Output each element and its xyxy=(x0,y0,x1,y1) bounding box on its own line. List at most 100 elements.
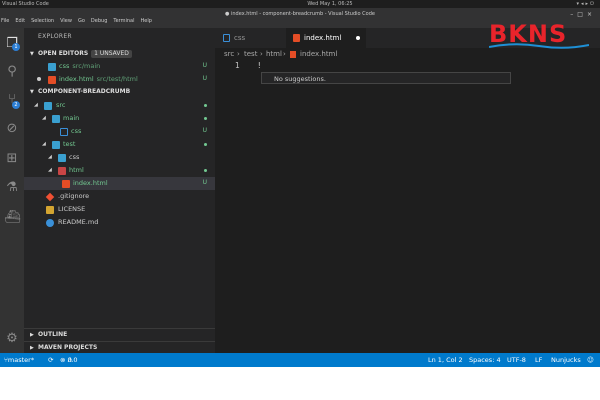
notification-bell-icon[interactable]: ☺ xyxy=(587,353,594,367)
sync-icon[interactable]: ⟳ xyxy=(48,353,53,367)
folder-icon xyxy=(52,114,60,123)
code-line[interactable]: ! xyxy=(257,61,262,70)
chevron-right-icon: › xyxy=(237,50,240,58)
open-editor-name: index.html xyxy=(59,75,94,83)
tree-item-label: main xyxy=(63,114,80,122)
explorer-sidebar: EXPLORER ▼ OPEN EDITORS 1 UNSAVED css src/… xyxy=(24,28,215,353)
menu-edit[interactable]: Edit xyxy=(14,18,26,24)
tree-item-label: css xyxy=(71,127,82,135)
folder-icon xyxy=(44,101,52,110)
tab-label: index.html xyxy=(304,34,342,42)
tree-item-label: index.html xyxy=(73,179,108,187)
git-status-badge: U xyxy=(202,62,207,69)
menu-selection[interactable]: Selection xyxy=(30,18,55,24)
tree-item-main[interactable]: ◢ main xyxy=(24,112,215,125)
unsaved-dot-icon[interactable] xyxy=(356,36,360,40)
tree-item-index-html[interactable]: index.html U xyxy=(24,177,215,190)
indentation-status[interactable]: Spaces: 4 xyxy=(469,353,501,367)
open-editor-item[interactable]: index.html src/test/html U xyxy=(24,73,215,86)
encoding-status[interactable]: UTF-8 xyxy=(507,353,526,367)
menu-help[interactable]: Help xyxy=(140,18,153,24)
tree-item-src[interactable]: ◢ src xyxy=(24,99,215,112)
window-controls[interactable]: –□× xyxy=(570,11,596,18)
project-label: COMPONENT-BREADCRUMB xyxy=(38,88,131,95)
branch-name: master* xyxy=(7,356,35,364)
tree-item-html[interactable]: ◢ html xyxy=(24,164,215,177)
breadcrumb-item[interactable]: test xyxy=(244,48,257,61)
warning-count: 0 xyxy=(73,356,78,364)
system-app-name[interactable]: Visual Studio Code xyxy=(2,0,49,8)
chevron-down-icon: ◢ xyxy=(48,154,52,160)
branch-status[interactable]: ⑂ master* xyxy=(4,353,34,367)
git-status-badge: U xyxy=(202,179,207,186)
menu-debug[interactable]: Debug xyxy=(90,18,108,24)
status-bar: ⑂ master* ⟳ ⊗ 0 ⚠ 0 Ln 1, Col 2 Spaces: … xyxy=(0,353,600,367)
system-tray-icons[interactable]: ▾◂▸⏻ xyxy=(577,0,597,8)
chevron-right-icon: › xyxy=(283,50,286,58)
chevron-down-icon: ◢ xyxy=(42,141,46,147)
chevron-down-icon: ▼ xyxy=(30,89,34,95)
tab-css[interactable]: css xyxy=(215,28,285,48)
docker-icon[interactable]: ⛴ xyxy=(4,210,21,226)
source-control-badge: 2 xyxy=(12,101,20,109)
menu-file[interactable]: File xyxy=(0,18,10,24)
menu-view[interactable]: View xyxy=(59,18,73,24)
html-file-icon xyxy=(293,34,300,42)
git-icon xyxy=(45,192,55,201)
tree-item-label: .gitignore xyxy=(58,192,90,200)
eol-status[interactable]: LF xyxy=(535,353,542,367)
modified-dot-icon xyxy=(204,169,207,172)
window-title: ● index.html - component-breadcrumb - Vi… xyxy=(225,11,375,17)
project-header[interactable]: ▼ COMPONENT-BREADCRUMB xyxy=(24,86,215,98)
extensions-icon[interactable]: ⊞ xyxy=(4,151,20,167)
chevron-right-icon: › xyxy=(260,50,263,58)
tree-item-readme[interactable]: README.md xyxy=(24,216,215,229)
tree-item-license[interactable]: LICENSE xyxy=(24,203,215,216)
tab-index-html[interactable]: index.html xyxy=(286,28,366,48)
explorer-badge: 1 xyxy=(12,43,20,51)
modified-dot-icon xyxy=(204,143,207,146)
html-file-icon xyxy=(62,179,70,188)
chevron-down-icon: ◢ xyxy=(42,115,46,121)
tree-item-label: src xyxy=(56,101,66,109)
breadcrumb-item[interactable]: src xyxy=(224,48,234,61)
search-icon[interactable]: ⚲ xyxy=(4,64,20,80)
cursor-position[interactable]: Ln 1, Col 2 xyxy=(428,353,463,367)
outline-label: OUTLINE xyxy=(38,331,68,338)
open-editor-item[interactable]: css src/main U xyxy=(24,60,215,73)
tab-label: css xyxy=(234,34,246,42)
tree-item-label: README.md xyxy=(58,218,99,226)
tree-item-css[interactable]: css U xyxy=(24,125,215,138)
chevron-down-icon: ◢ xyxy=(34,102,38,108)
settings-gear-icon[interactable]: ⚙ xyxy=(4,331,20,347)
language-status[interactable]: Nunjucks xyxy=(551,353,581,367)
tree-item-test[interactable]: ◢ test xyxy=(24,138,215,151)
modified-dot-icon xyxy=(204,117,207,120)
tree-item-gitignore[interactable]: .gitignore xyxy=(24,190,215,203)
suggestion-widget: No suggestions. xyxy=(261,72,511,84)
html-file-icon xyxy=(290,51,296,58)
chevron-right-icon: ▶ xyxy=(30,332,34,338)
test-flask-icon[interactable]: ⚗ xyxy=(4,180,20,196)
menu-go[interactable]: Go xyxy=(77,18,86,24)
tree-item-label: test xyxy=(63,140,76,148)
chevron-down-icon: ▼ xyxy=(30,51,34,57)
open-editors-header[interactable]: ▼ OPEN EDITORS 1 UNSAVED xyxy=(24,48,215,60)
html-folder-icon xyxy=(58,166,66,175)
debug-icon[interactable]: ⊘ xyxy=(4,121,20,137)
system-clock[interactable]: Wed May 1, 06:25 xyxy=(285,0,375,8)
breadcrumb-item[interactable]: html xyxy=(266,48,282,61)
open-editors-label: OPEN EDITORS xyxy=(38,50,89,57)
outline-header[interactable]: ▶ OUTLINE xyxy=(24,328,215,341)
line-number: 1 xyxy=(235,61,240,70)
css-folder-icon xyxy=(60,127,68,136)
menu-terminal[interactable]: Terminal xyxy=(112,18,135,24)
tree-item-label: html xyxy=(69,166,84,174)
tree-item-test-css[interactable]: ◢ css xyxy=(24,151,215,164)
open-editor-path: src/main xyxy=(72,62,101,70)
unsaved-dot-icon xyxy=(37,77,41,81)
folder-icon xyxy=(48,62,56,71)
folder-icon xyxy=(58,153,66,162)
problems-status[interactable]: ⊗ 0 ⚠ 0 xyxy=(60,353,77,367)
breadcrumb-item[interactable]: index.html xyxy=(300,48,337,61)
